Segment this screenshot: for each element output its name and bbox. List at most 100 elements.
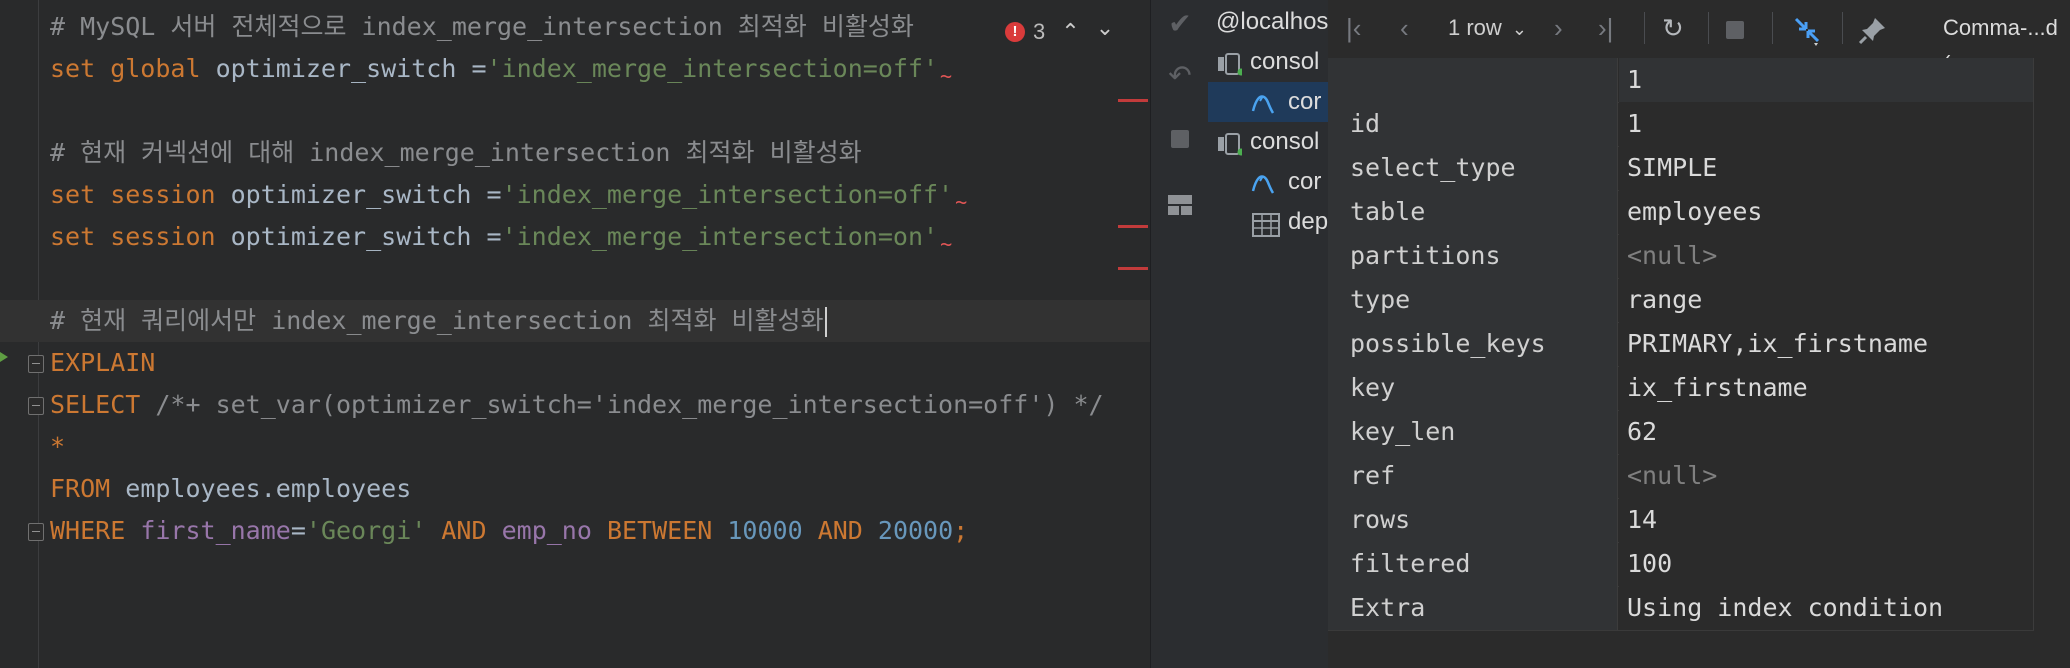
field-name-cell[interactable]: key_len	[1328, 410, 1618, 454]
tree-item-host[interactable]: @localhos	[1208, 2, 1328, 42]
tree-item-console-query[interactable]: cor	[1208, 162, 1328, 202]
error-stripe-marker[interactable]	[1118, 267, 1148, 270]
refresh-icon[interactable]: ↻	[1662, 10, 1684, 46]
table-row[interactable]: type range	[1328, 278, 2034, 323]
grid-empty-area	[2034, 58, 2070, 642]
previous-page-icon[interactable]: ‹	[1400, 10, 1409, 46]
field-value-cell[interactable]: PRIMARY,ix_firstname	[1619, 322, 2034, 366]
last-page-icon[interactable]: ›|	[1598, 10, 1613, 46]
code-token: 'index_merge_intersection=on'	[501, 222, 939, 251]
tree-item-console-query[interactable]: cor	[1208, 82, 1328, 122]
table-row[interactable]: id 1	[1328, 102, 2034, 147]
code-line[interactable]: set session optimizer_switch ='index_mer…	[50, 216, 952, 258]
column-header[interactable]: 1	[1619, 58, 2034, 102]
code-line[interactable]: # 현재 커넥션에 대해 index_merge_intersection 최적…	[50, 132, 862, 174]
layout-icon[interactable]	[1163, 188, 1197, 222]
field-value-cell[interactable]: employees	[1619, 190, 2034, 234]
field-name-cell[interactable]: select_type	[1328, 146, 1618, 190]
field-name-cell[interactable]: rows	[1328, 498, 1618, 542]
tree-item-console[interactable]: consol	[1208, 122, 1328, 162]
field-name-cell[interactable]: partitions	[1328, 234, 1618, 278]
field-value-cell[interactable]: <null>	[1619, 234, 2034, 278]
code-token: *	[50, 432, 66, 461]
rows-label: 1 row	[1448, 15, 1502, 40]
table-row[interactable]: ref <null>	[1328, 454, 2034, 499]
code-line[interactable]: SELECT /*+ set_var(optimizer_switch='ind…	[50, 384, 1104, 426]
field-name-cell[interactable]: table	[1328, 190, 1618, 234]
next-highlight-icon[interactable]: ⌄	[1096, 15, 1114, 41]
next-page-icon[interactable]: ›	[1554, 10, 1563, 46]
field-value-cell[interactable]: 100	[1619, 542, 2034, 586]
error-stripe-marker[interactable]	[1118, 225, 1148, 228]
code-line[interactable]: EXPLAIN	[50, 342, 155, 384]
field-value-cell[interactable]: SIMPLE	[1619, 146, 2034, 190]
field-value-cell[interactable]: ix_firstname	[1619, 366, 2034, 410]
pin-icon[interactable]	[1858, 10, 1888, 46]
tree-item-console[interactable]: consol	[1208, 42, 1328, 82]
check-icon[interactable]: ✔	[1163, 6, 1197, 40]
run-gutter-icon[interactable]	[0, 352, 8, 362]
table-row[interactable]: select_type SIMPLE	[1328, 146, 2034, 191]
field-value-cell[interactable]: 1	[1619, 102, 2034, 146]
previous-highlight-icon[interactable]: ⌃	[1061, 19, 1079, 45]
table-row[interactable]: Extra Using index condition	[1328, 586, 2034, 631]
code-line[interactable]: *	[50, 426, 65, 468]
row-header-corner	[1328, 58, 1618, 102]
stop-icon[interactable]	[1726, 10, 1744, 46]
code-line[interactable]: set global optimizer_switch ='index_merg…	[50, 48, 952, 90]
code-token: WHERE	[50, 516, 126, 545]
inspection-widget[interactable]: ! 3 ⌃ ⌄	[1005, 12, 1114, 52]
text-caret	[824, 307, 827, 337]
field-name-cell[interactable]: ref	[1328, 454, 1618, 498]
code-token: 'index_merge_intersection=off'	[501, 180, 954, 209]
code-line[interactable]: set session optimizer_switch ='index_mer…	[50, 174, 967, 216]
table-row[interactable]: possible_keys PRIMARY,ix_firstname	[1328, 322, 2034, 367]
table-row[interactable]: partitions <null>	[1328, 234, 2034, 279]
field-name-cell[interactable]: key	[1328, 366, 1618, 410]
field-value-cell[interactable]: 14	[1619, 498, 2034, 542]
transpose-icon[interactable]	[1790, 10, 1824, 47]
code-token: set session	[50, 222, 216, 251]
field-name-cell[interactable]: type	[1328, 278, 1618, 322]
first-page-icon[interactable]: |‹	[1346, 10, 1361, 46]
code-token: # 현재 쿼리에서만 index_merge_intersection 최적화 …	[50, 306, 824, 335]
page-size-dropdown[interactable]: 1 row ⌄	[1448, 10, 1527, 46]
field-value-cell[interactable]: Using index condition	[1619, 586, 2034, 630]
table-row[interactable]: rows 14	[1328, 498, 2034, 543]
ide-window: # MySQL 서버 전체적으로 index_merge_intersectio…	[0, 0, 2070, 668]
code-token: emp_no	[501, 516, 592, 545]
table-row[interactable]: key ix_firstname	[1328, 366, 2034, 411]
stop-icon[interactable]	[1163, 122, 1197, 156]
field-name-cell[interactable]: filtered	[1328, 542, 1618, 586]
undo-icon[interactable]: ↶	[1163, 58, 1197, 92]
code-token: first_name	[140, 516, 291, 545]
field-name-cell[interactable]: Extra	[1328, 586, 1618, 630]
fold-toggle-icon[interactable]	[28, 355, 44, 373]
code-line[interactable]: WHERE first_name='Georgi' AND emp_no BET…	[50, 510, 968, 552]
code-line[interactable]: # MySQL 서버 전체적으로 index_merge_intersectio…	[50, 6, 914, 48]
sql-editor[interactable]: # MySQL 서버 전체적으로 index_merge_intersectio…	[0, 0, 1150, 668]
code-line[interactable]: # 현재 쿼리에서만 index_merge_intersection 최적화 …	[0, 300, 1150, 342]
field-name-cell[interactable]: possible_keys	[1328, 322, 1618, 366]
field-value-cell[interactable]: 62	[1619, 410, 2034, 454]
code-token: set session	[50, 180, 216, 209]
table-row[interactable]: filtered 100	[1328, 542, 2034, 587]
field-value-cell[interactable]: <null>	[1619, 454, 2034, 498]
code-token: /*+ set_var(optimizer_switch='index_merg…	[140, 390, 1104, 419]
field-value-cell[interactable]: range	[1619, 278, 2034, 322]
field-name-cell[interactable]: id	[1328, 102, 1618, 146]
code-token: EXPLAIN	[50, 348, 156, 377]
database-tree[interactable]: @localhos consol cor consol cor dep	[1208, 0, 1328, 668]
toolbar-separator	[1644, 12, 1645, 44]
result-tab-label[interactable]: Comma-...d (	[1943, 10, 2070, 76]
fold-toggle-icon[interactable]	[28, 523, 44, 541]
error-count: 3	[1033, 19, 1046, 44]
code-token: # MySQL 서버 전체적으로 index_merge_intersectio…	[50, 12, 914, 41]
error-stripe-marker[interactable]	[1118, 99, 1148, 102]
code-line[interactable]: FROM employees.employees	[50, 468, 411, 510]
table-row[interactable]: key_len 62	[1328, 410, 2034, 455]
fold-toggle-icon[interactable]	[28, 397, 44, 415]
tree-item-table[interactable]: dep	[1208, 202, 1328, 242]
table-row[interactable]: table employees	[1328, 190, 2034, 235]
